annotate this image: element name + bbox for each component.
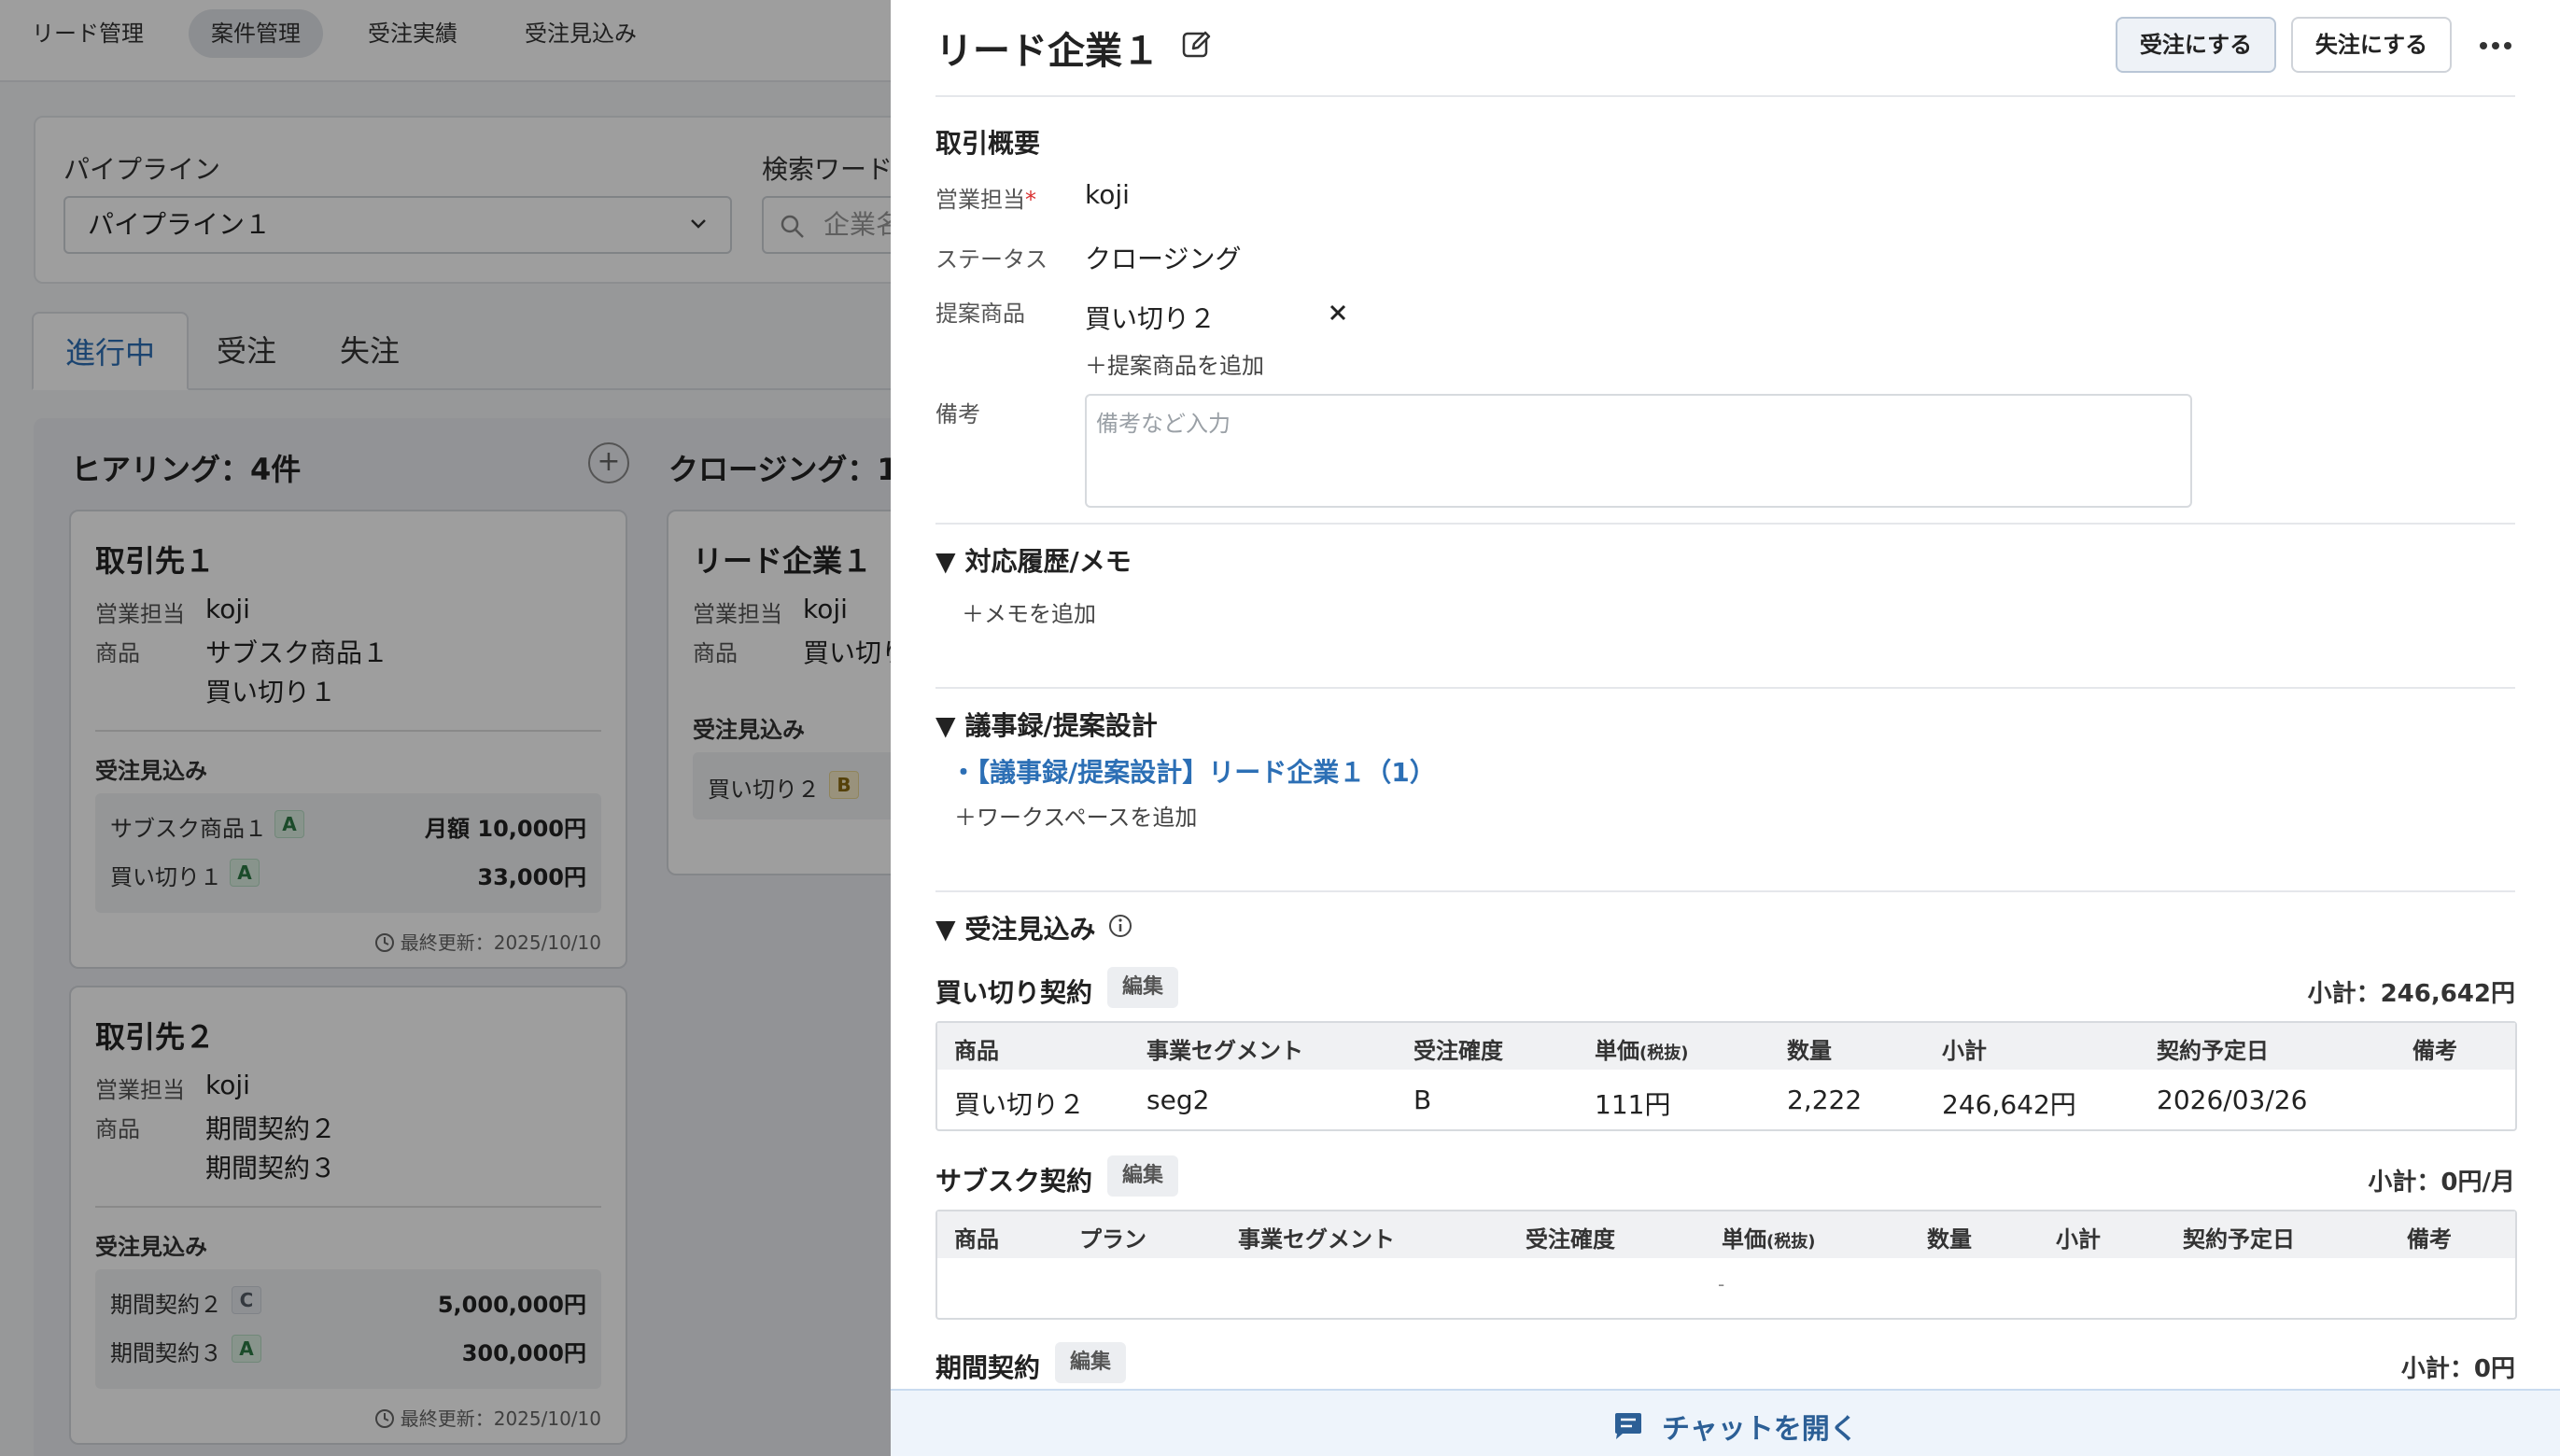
chat-icon: [1615, 1413, 1641, 1439]
forecast-title: 受注見込み: [964, 914, 1096, 945]
mark-won-button[interactable]: 受注にする: [2116, 17, 2276, 73]
proposed-product-label: 提案商品: [935, 301, 1025, 327]
edit-buyout-button[interactable]: 編集: [1107, 967, 1179, 1008]
column-header: 小計: [2056, 1226, 2101, 1253]
column-header: 受注確度: [1526, 1226, 1615, 1253]
history-section-toggle[interactable]: ▼ 対応履歴/メモ: [935, 541, 1132, 579]
table-cell: 2026/03/26: [2157, 1085, 2308, 1115]
mark-lost-button[interactable]: 失注にする: [2291, 17, 2452, 73]
divider: [935, 523, 2515, 525]
overview-title: 取引概要: [935, 128, 1041, 159]
column-header: 事業セグメント: [1238, 1226, 1395, 1253]
column-header: プラン: [1079, 1226, 1146, 1253]
column-header: 備考: [2407, 1226, 2452, 1253]
column-header: 受注確度: [1414, 1038, 1503, 1064]
column-header: 商品: [954, 1226, 999, 1253]
column-header: 単価(税抜): [1595, 1038, 1689, 1064]
more-options-icon[interactable]: [2476, 26, 2515, 65]
collapse-triangle-icon: ▼: [935, 914, 956, 945]
edit-icon[interactable]: [1180, 28, 1214, 62]
open-chat-bar[interactable]: チャットを開く: [891, 1389, 2560, 1456]
empty-row-indicator: -: [1718, 1273, 1725, 1295]
proposed-product-value[interactable]: 買い切り２: [1085, 299, 1216, 336]
owner-value[interactable]: koji: [1085, 179, 1130, 210]
buyout-subtotal: 小計：246,642円: [2307, 980, 2515, 1008]
subscription-table: 商品 プラン 事業セグメント 受注確度 単価(税抜) 数量 小計 契約予定日 備…: [935, 1210, 2517, 1320]
add-proposed-product-link[interactable]: ＋提案商品を追加: [1085, 347, 1264, 380]
minutes-document-link[interactable]: ・【議事録/提案設計】リード企業１（1）: [950, 752, 1436, 790]
collapse-triangle-icon: ▼: [935, 546, 956, 577]
add-workspace-link[interactable]: ＋ワークスペースを追加: [954, 799, 1197, 832]
deal-detail-panel: リード企業１ 受注にする 失注にする 取引概要 営業担当* koji ステータス…: [891, 0, 2560, 1456]
column-header: 契約予定日: [2183, 1226, 2295, 1253]
column-header: 単価(税抜): [1722, 1226, 1816, 1253]
note-textarea[interactable]: 備考など入力: [1085, 394, 2192, 508]
note-label: 備考: [935, 401, 980, 427]
minutes-section-toggle[interactable]: ▼ 議事録/提案設計: [935, 706, 1158, 743]
status-label: ステータス: [935, 246, 1048, 273]
minutes-title: 議事録/提案設計: [964, 710, 1158, 741]
subscription-contract-title: サブスク契約: [935, 1166, 1093, 1197]
add-memo-link[interactable]: ＋メモを追加: [962, 595, 1096, 628]
column-header: 商品: [954, 1038, 999, 1064]
column-header: 数量: [1927, 1226, 1972, 1253]
column-header: 契約予定日: [2157, 1038, 2269, 1064]
panel-title: リード企業１: [935, 30, 1160, 73]
subscription-subtotal: 小計：0円/月: [2368, 1169, 2515, 1197]
forecast-section-toggle[interactable]: ▼ 受注見込み: [935, 909, 1096, 946]
column-header: 小計: [1942, 1038, 1987, 1064]
table-header: 商品 事業セグメント 受注確度 単価(税抜) 数量 小計 契約予定日 備考: [937, 1023, 2515, 1070]
table-cell: 買い切り２: [954, 1089, 1086, 1120]
term-contract-title: 期間契約: [935, 1352, 1041, 1383]
edit-term-button[interactable]: 編集: [1055, 1342, 1127, 1383]
edit-subscription-button[interactable]: 編集: [1107, 1155, 1179, 1197]
table-cell: seg2: [1146, 1085, 1210, 1115]
table-cell: B: [1414, 1085, 1432, 1115]
history-title: 対応履歴/メモ: [964, 546, 1132, 577]
open-chat-label: チャットを開く: [1662, 1413, 1858, 1446]
table-cell: 111円: [1595, 1089, 1671, 1120]
divider: [935, 95, 2515, 97]
column-header: 事業セグメント: [1146, 1038, 1303, 1064]
divider: [935, 687, 2515, 689]
column-header: 数量: [1787, 1038, 1832, 1064]
buyout-contract-title: 買い切り契約: [935, 977, 1093, 1008]
term-subtotal: 小計：0円: [2400, 1355, 2515, 1383]
table-header: 商品 プラン 事業セグメント 受注確度 単価(税抜) 数量 小計 契約予定日 備…: [937, 1211, 2515, 1258]
owner-label: 営業担当*: [935, 187, 1036, 213]
close-icon[interactable]: [1328, 302, 1348, 323]
required-mark: *: [1025, 187, 1036, 213]
info-icon[interactable]: [1107, 913, 1133, 939]
status-value[interactable]: クロージング: [1085, 239, 1241, 276]
table-cell: 246,642円: [1942, 1089, 2076, 1120]
table-cell: 2,222: [1787, 1085, 1863, 1115]
buyout-table: 商品 事業セグメント 受注確度 単価(税抜) 数量 小計 契約予定日 備考 買い…: [935, 1021, 2517, 1131]
column-header: 備考: [2412, 1038, 2457, 1064]
collapse-triangle-icon: ▼: [935, 710, 956, 741]
divider: [935, 890, 2515, 892]
